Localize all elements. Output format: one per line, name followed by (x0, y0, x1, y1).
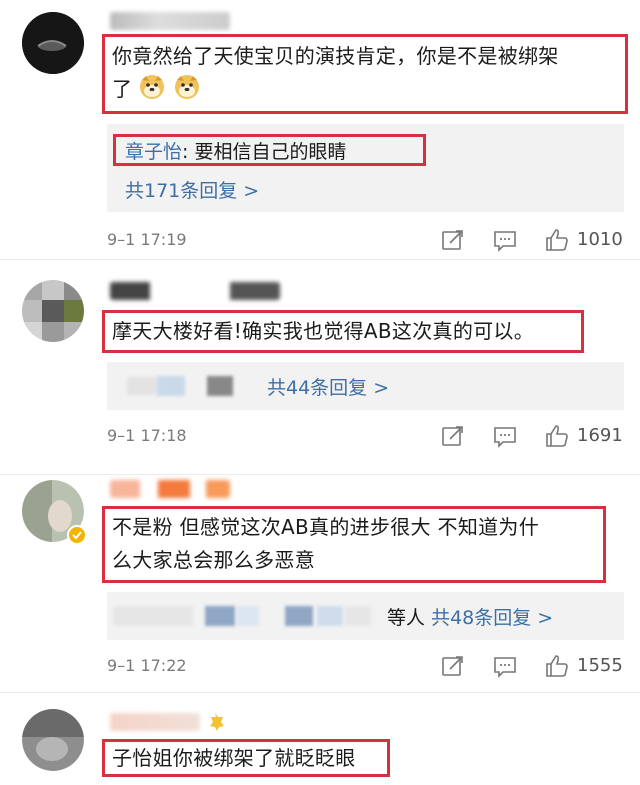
comment-text-line: 了 (112, 73, 622, 106)
comment-text-line: 你竟然给了天使宝贝的演技肯定，你是不是被绑架 (112, 44, 559, 68)
doge-emoji (174, 75, 199, 99)
repost-icon[interactable] (441, 654, 465, 678)
comment-text-line: 子怡姐你被绑架了就眨眨眼 (112, 746, 356, 770)
timestamp: 9–1 17:22 (107, 656, 187, 675)
badge-icon (210, 713, 224, 731)
comment-item: 摩天大楼好看!确实我也觉得AB这次真的可以。 共44条回复 > 9–1 17:1… (0, 260, 640, 475)
username-blurred[interactable] (110, 282, 280, 300)
comment-meta: 9–1 17:19 1010 (107, 226, 627, 254)
username-blurred[interactable] (110, 480, 230, 498)
username-blurred[interactable] (110, 713, 200, 731)
reply-preview-box[interactable]: 章子怡: 要相信自己的眼睛 共171条回复 > (107, 124, 624, 212)
reply-content: 要相信自己的眼睛 (194, 141, 347, 163)
avatar[interactable] (22, 12, 84, 74)
comment-icon[interactable] (493, 424, 517, 448)
comment-item: 你竟然给了天使宝贝的演技肯定，你是不是被绑架 了 章子怡: 要相信自己的眼睛 共… (0, 0, 640, 260)
reply-avatars-blurred (113, 606, 193, 626)
comment-text-line: 摩天大楼好看!确实我也觉得AB这次真的可以。 (112, 319, 535, 343)
avatar[interactable] (22, 280, 84, 342)
comment-text: 你竟然给了天使宝贝的演技肯定，你是不是被绑架 了 (112, 40, 622, 106)
like-icon[interactable] (545, 424, 569, 448)
like-icon[interactable] (545, 228, 569, 252)
reply-preview-box[interactable]: 等人 共48条回复 > (107, 592, 624, 640)
username-blurred[interactable] (110, 12, 230, 30)
reply-line: 章子怡: 要相信自己的眼睛 (125, 141, 347, 163)
comment-text-line: 么大家总会那么多恶意 (112, 548, 315, 572)
timestamp: 9–1 17:19 (107, 230, 187, 249)
like-count: 1010 (577, 229, 623, 250)
comment-meta: 9–1 17:18 1691 (107, 422, 627, 450)
reply-avatars-blurred (237, 606, 259, 626)
comment-meta: 9–1 17:22 1555 (107, 652, 627, 680)
like-count: 1691 (577, 425, 623, 446)
doge-emoji (139, 75, 164, 99)
comment-icon[interactable] (493, 654, 517, 678)
comment-icon[interactable] (493, 228, 517, 252)
reply-author[interactable]: 章子怡 (125, 141, 182, 163)
comment-text: 子怡姐你被绑架了就眨眨眼 (112, 742, 392, 775)
reply-avatars-blurred (345, 606, 371, 626)
like-count: 1555 (577, 655, 623, 676)
view-replies-link[interactable]: 共171条回复 > (125, 176, 259, 203)
view-replies-link[interactable]: 等人 共48条回复 > (387, 603, 553, 630)
comment-item: 不是粉 但感觉这次AB真的进步很大 不知道为什 么大家总会那么多恶意 等人 共4… (0, 475, 640, 693)
timestamp: 9–1 17:18 (107, 426, 187, 445)
reply-avatars-blurred (285, 606, 313, 626)
reply-avatars-blurred (157, 376, 185, 396)
verified-badge-icon (67, 525, 87, 545)
reply-avatars-blurred (207, 376, 233, 396)
view-replies-link[interactable]: 共44条回复 > (267, 373, 389, 400)
comment-text: 不是粉 但感觉这次AB真的进步很大 不知道为什 么大家总会那么多恶意 (112, 511, 602, 577)
comment-item: 子怡姐你被绑架了就眨眨眼 (0, 693, 640, 785)
avatar[interactable] (22, 709, 84, 771)
comment-text: 摩天大楼好看!确实我也觉得AB这次真的可以。 (112, 315, 582, 348)
reply-avatars-blurred (205, 606, 235, 626)
reply-avatars-blurred (127, 377, 157, 395)
like-icon[interactable] (545, 654, 569, 678)
reply-avatars-blurred (317, 606, 343, 626)
repost-icon[interactable] (441, 424, 465, 448)
reply-preview-box[interactable]: 共44条回复 > (107, 362, 624, 410)
repost-icon[interactable] (441, 228, 465, 252)
comment-text-line: 不是粉 但感觉这次AB真的进步很大 不知道为什 (112, 515, 540, 539)
